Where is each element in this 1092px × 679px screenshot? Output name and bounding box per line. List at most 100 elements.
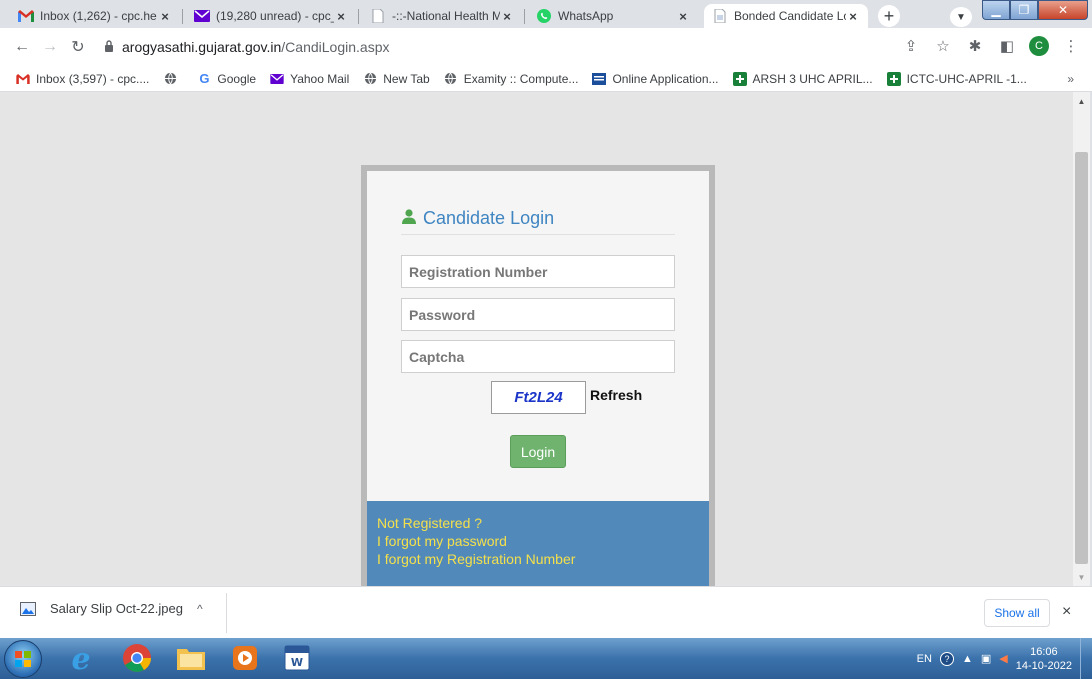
restore-icon: ❐ [1018,3,1030,17]
url-host: arogyasathi.gujarat.gov.in [122,39,282,55]
side-panel-button[interactable]: ◧ [994,33,1020,59]
system-tray: EN ? ▲ ▣ ◀ 16:06 14-10-2022 [862,638,1092,679]
tab-yahoo-mail[interactable]: (19,280 unread) - cpc_ × [186,4,356,28]
bookmark-online-application[interactable]: Online Application... [592,71,719,86]
media-player-icon [232,645,258,674]
maximize-button[interactable]: ❐ [1010,0,1038,20]
registration-number-input[interactable] [401,255,675,288]
bookmark-label: Online Application... [612,71,719,86]
address-bar[interactable]: arogyasathi.gujarat.gov.in/CandiLogin.as… [104,33,878,61]
show-hidden-icons-icon[interactable]: ▲ [962,653,973,665]
close-window-button[interactable]: ✕ [1038,0,1088,20]
close-icon: ✕ [1057,3,1069,17]
tab-national-health-mission[interactable]: -::-National Health Mi × [362,4,522,28]
whatsapp-icon [536,8,552,24]
close-download-bar-button[interactable]: × [1062,603,1071,621]
system-clock[interactable]: 16:06 14-10-2022 [1016,645,1072,673]
bookmark-star-button[interactable]: ☆ [930,33,956,59]
sheets-icon [886,71,901,86]
scroll-up-icon[interactable]: ▲ [1073,94,1090,108]
tab-whatsapp[interactable]: WhatsApp × [528,4,698,28]
google-icon: G [199,71,210,86]
close-icon[interactable]: × [846,9,860,24]
taskbar-word[interactable]: W [272,641,322,677]
toolbar-actions: ⇪ ☆ ✱ ◧ C ⋮ [898,33,1084,59]
puzzle-icon: ✱ [968,38,982,55]
bookmark-google[interactable]: G Google [197,71,256,86]
profile-button[interactable]: C [1026,33,1052,59]
tab-gmail-inbox[interactable]: Inbox (1,262) - cpc.he × [10,4,180,28]
menu-button[interactable]: ⋮ [1058,33,1084,59]
start-button[interactable] [4,640,42,678]
bookmark-yahoo-mail[interactable]: Yahoo Mail [270,72,349,86]
show-all-downloads-button[interactable]: Show all [984,599,1050,627]
taskbar-internet-explorer[interactable]: e [56,641,106,677]
login-panel: Candidate Login Ft2L24 Refresh Login Not… [367,171,709,586]
extensions-button[interactable]: ✱ [962,33,988,59]
bookmark-arsh-uhc[interactable]: ARSH 3 UHC APRIL... [732,71,873,86]
bookmark-gmail-inbox[interactable]: Inbox (3,597) - cpc.... [16,72,149,86]
login-footer: Not Registered ? I forgot my password I … [367,501,709,586]
taskbar-media-player[interactable] [220,641,270,677]
bookmark-label: Inbox (3,597) - cpc.... [36,71,150,86]
reload-button[interactable]: ↻ [64,33,92,61]
bookmarks-overflow-button[interactable]: » [1067,72,1074,86]
taskbar-file-explorer[interactable] [166,641,216,677]
tab-label: WhatsApp [558,9,614,23]
internet-explorer-icon: e [71,641,91,677]
scrollbar-thumb[interactable] [1075,152,1088,564]
help-icon[interactable]: ? [939,651,954,666]
close-icon[interactable]: × [158,9,172,24]
forgot-registration-number-link[interactable]: I forgot my Registration Number [377,550,699,568]
captcha-image: Ft2L24 [491,381,586,414]
scroll-down-icon[interactable]: ▼ [1073,570,1090,584]
taskbar-chrome[interactable] [112,641,162,677]
bookmark-label: Yahoo Mail [290,71,350,86]
browser-toolbar: ← → ↻ arogyasathi.gujarat.gov.in/CandiLo… [0,28,1092,66]
bookmark-globe[interactable] [163,72,183,86]
yahoo-mail-icon [194,8,210,24]
login-frame: Candidate Login Ft2L24 Refresh Login Not… [361,165,715,586]
share-button[interactable]: ⇪ [898,33,924,59]
bookmark-new-tab[interactable]: New Tab [363,71,430,86]
globe-icon [444,72,458,86]
close-icon[interactable]: × [676,9,690,24]
download-item[interactable]: Salary Slip Oct-22.jpeg ^ [20,601,203,616]
folder-icon [176,645,206,674]
chrome-icon [122,643,152,676]
forward-button[interactable]: → [36,33,64,61]
bookmark-ictc-uhc[interactable]: ICTC-UHC-APRIL -1... [886,71,1027,86]
chevron-up-icon[interactable]: ^ [197,602,203,616]
clock-time: 16:06 [1030,645,1058,658]
volume-icon[interactable]: ◀ [999,652,1007,665]
sheets-icon [732,71,747,86]
vertical-scrollbar[interactable]: ▲ ▼ [1073,92,1090,586]
new-tab-button[interactable]: + [878,5,900,27]
bookmark-examity[interactable]: Examity :: Compute... [444,71,579,86]
close-icon[interactable]: × [500,9,514,24]
back-button[interactable]: ← [8,33,36,61]
lock-icon [104,39,122,55]
not-registered-link[interactable]: Not Registered ? [377,514,699,532]
login-title: Candidate Login [401,208,554,229]
minimize-button[interactable]: ▁ [982,0,1010,20]
tab-search-button[interactable]: ▼ [950,7,972,27]
tab-label: Inbox (1,262) - cpc.he [40,9,157,23]
star-icon: ☆ [936,38,950,55]
captcha-refresh-link[interactable]: Refresh [590,387,642,403]
bookmark-label: Examity :: Compute... [463,71,579,86]
language-indicator[interactable]: EN [917,653,932,665]
tab-bonded-candidate-login[interactable]: Bonded Candidate Lo × [704,4,868,28]
show-desktop-button[interactable] [1080,638,1092,679]
download-divider [226,593,227,633]
globe-icon [163,72,177,86]
download-bar: Salary Slip Oct-22.jpeg ^ Show all × [0,586,1092,638]
bookmark-label: New Tab [383,71,430,86]
password-input[interactable] [401,298,675,331]
close-icon[interactable]: × [334,9,348,24]
network-icon[interactable]: ▣ [981,652,991,665]
forgot-password-link[interactable]: I forgot my password [377,532,699,550]
chevron-down-icon: ▼ [956,11,966,23]
captcha-input[interactable] [401,340,675,373]
login-button[interactable]: Login [510,435,566,468]
